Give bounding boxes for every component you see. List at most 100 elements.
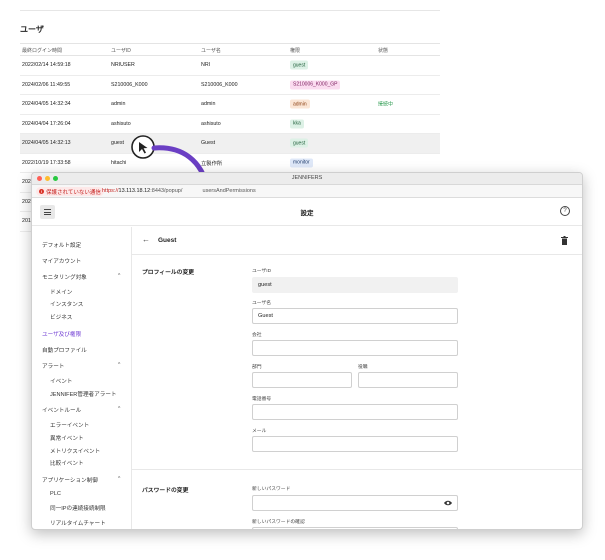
- column-header-last-login[interactable]: 最終ログイン時間: [22, 47, 62, 54]
- sidebar-item[interactable]: イベント: [50, 377, 72, 385]
- sidebar-item[interactable]: インスタンス: [50, 300, 83, 308]
- chevron-up-icon[interactable]: ^: [118, 273, 120, 279]
- sidebar-item[interactable]: ユーザ及び権限: [42, 330, 81, 338]
- company-label: 会社: [252, 333, 262, 338]
- company-field[interactable]: [252, 340, 458, 356]
- column-header-user-id[interactable]: ユーザID: [111, 47, 131, 54]
- user-id-cell: guest: [111, 140, 124, 147]
- phone-field[interactable]: [252, 404, 458, 420]
- new-password-label: 新しいパスワード: [252, 487, 291, 492]
- user-name-cell: ashisuto: [201, 120, 221, 127]
- settings-sidebar: デフォルト設定 マイアカウント モニタリング対象 ^ ドメインインスタンス ビジネスユーザ…: [32, 227, 132, 529]
- sidebar-item[interactable]: 同一IPの連続接続制限: [50, 504, 106, 512]
- warning-icon: !: [39, 189, 44, 194]
- address-bar[interactable]: ! 保護されていない通信 https://13.113.18.12:8443/p…: [32, 185, 582, 198]
- not-secure-badge[interactable]: ! 保護されていない通信: [36, 187, 104, 196]
- url-text[interactable]: https://13.113.18.12:8443/popup/--------…: [102, 188, 256, 194]
- sidebar-item[interactable]: PLC: [50, 491, 61, 497]
- table-row[interactable]: 2022/02/14 14:59:18 NRIUSER NRI guest: [20, 56, 440, 76]
- confirm-password-label: 新しいパスワードの確認: [252, 520, 305, 525]
- position-field[interactable]: [358, 372, 458, 388]
- sidebar-item[interactable]: メトリクスイベント: [50, 447, 100, 455]
- last-login-cell: 2024/04/05 14:32:13: [22, 140, 71, 147]
- table-row[interactable]: 2024/02/06 11:49:55 S210006_K000 S210006_K…: [20, 76, 440, 95]
- url-path-tail: usersAndPermissions: [202, 188, 256, 194]
- user-detail-panel: ← Guest プロフィールの変更 ユーザID guest ユーザ名 Guest…: [132, 227, 582, 529]
- last-login-cell: 201: [22, 218, 31, 225]
- sidebar-item[interactable]: 自動プロファイル: [42, 346, 87, 354]
- app-header: 設定 ?: [32, 198, 582, 226]
- window-title: JENNIFERS: [291, 175, 323, 181]
- url-path: :8443/popup/: [150, 188, 183, 194]
- role-badge: admin: [290, 99, 310, 109]
- sidebar-item[interactable]: JENNIFER管理者アラート: [50, 390, 117, 398]
- column-header-role[interactable]: 権限: [290, 47, 300, 54]
- user-id-cell: NRIUSER: [111, 62, 135, 69]
- table-header: 最終ログイン時間 ユーザID ユーザ名 権限 状態: [20, 43, 440, 56]
- column-header-status[interactable]: 状態: [378, 47, 388, 54]
- confirm-password-field[interactable]: [252, 527, 458, 529]
- last-login-cell: 2022/10/19 17:33:58: [22, 159, 71, 166]
- sidebar-item[interactable]: エラーイベント: [50, 421, 89, 429]
- new-password-field[interactable]: [252, 495, 458, 511]
- not-secure-label: 保護されていない通信: [46, 189, 101, 196]
- table-row[interactable]: 2024/04/04 17:26:04 ashisuto ashisuto kka: [20, 115, 440, 134]
- table-row[interactable]: 2024/04/05 14:32:13 guest Guest guest: [20, 134, 440, 154]
- user-name-cell: S210006_K000: [201, 81, 238, 88]
- last-login-cell: 202: [22, 198, 31, 205]
- sidebar-item[interactable]: ドメイン: [50, 288, 72, 296]
- last-login-cell: 202: [22, 179, 31, 186]
- role-badge: S210006_K000_GP: [290, 80, 341, 90]
- sidebar-item[interactable]: 比較イベント: [50, 459, 84, 467]
- sidebar-item[interactable]: アラート: [42, 362, 64, 370]
- back-arrow-icon[interactable]: ←: [142, 235, 150, 244]
- sidebar-item[interactable]: ビジネス: [50, 313, 72, 321]
- department-label: 部門: [252, 365, 262, 370]
- department-field[interactable]: [252, 372, 352, 388]
- url-host: 13.113.18.12: [118, 188, 151, 194]
- sidebar-item[interactable]: リアルタイムチャート: [50, 519, 106, 527]
- chevron-up-icon[interactable]: ^: [118, 406, 120, 412]
- email-field[interactable]: [252, 436, 458, 452]
- role-badge: kka: [290, 119, 304, 129]
- last-login-cell: 2022/02/14 14:59:18: [22, 62, 71, 69]
- user-id-cell: S210006_K000: [111, 81, 148, 88]
- user-name-field[interactable]: Guest: [252, 308, 458, 324]
- role-cell: monitor: [290, 158, 313, 168]
- table-row[interactable]: 2022/10/19 17:33:58 hitachi 立製作所 monitor: [20, 154, 440, 173]
- phone-label: 電話番号: [252, 397, 272, 402]
- role-cell: admin: [290, 99, 310, 109]
- detail-title: Guest: [158, 237, 177, 244]
- help-icon[interactable]: ?: [560, 206, 570, 216]
- profile-section-title: プロフィールの変更: [142, 270, 195, 276]
- last-login-cell: 2024/04/05 14:32:34: [22, 101, 71, 108]
- user-id-label: ユーザID: [252, 269, 272, 274]
- sidebar-item[interactable]: 異常イベント: [50, 434, 84, 442]
- user-name-cell: admin: [201, 101, 216, 108]
- sidebar-item[interactable]: アプリケーション制御: [42, 476, 98, 484]
- page-title: ユーザ: [20, 25, 44, 34]
- table-row[interactable]: 2024/04/05 14:32:34 admin admin admin 接続中: [20, 95, 440, 115]
- app-title: 設定: [300, 210, 314, 217]
- position-label: 役職: [358, 365, 368, 370]
- window-titlebar: JENNIFERS: [32, 173, 582, 185]
- eye-icon[interactable]: [444, 500, 452, 506]
- sidebar-item[interactable]: マイアカウント: [42, 257, 81, 265]
- column-header-user-name[interactable]: ユーザ名: [201, 47, 221, 54]
- sidebar-item[interactable]: イベントルール: [42, 406, 81, 414]
- role-cell: guest: [290, 138, 309, 148]
- sidebar-item[interactable]: モニタリング対象: [42, 273, 87, 281]
- email-label: メール: [252, 429, 267, 434]
- user-name-label: ユーザ名: [252, 301, 272, 306]
- role-cell: kka: [290, 119, 304, 129]
- last-login-cell: 2024/04/04 17:26:04: [22, 120, 71, 127]
- trash-icon[interactable]: [561, 236, 568, 245]
- sidebar-item[interactable]: デフォルト設定: [42, 241, 81, 249]
- content-area: デフォルト設定 マイアカウント モニタリング対象 ^ ドメイン インスタンス ビジネス ユーザ…: [32, 227, 582, 529]
- url-scheme: https://: [102, 188, 119, 194]
- chevron-up-icon[interactable]: ^: [118, 362, 120, 368]
- user-name-cell: NRI: [201, 62, 211, 69]
- role-badge: monitor: [290, 158, 313, 168]
- chevron-up-icon[interactable]: ^: [118, 476, 120, 482]
- status-cell: 接続中: [378, 101, 394, 108]
